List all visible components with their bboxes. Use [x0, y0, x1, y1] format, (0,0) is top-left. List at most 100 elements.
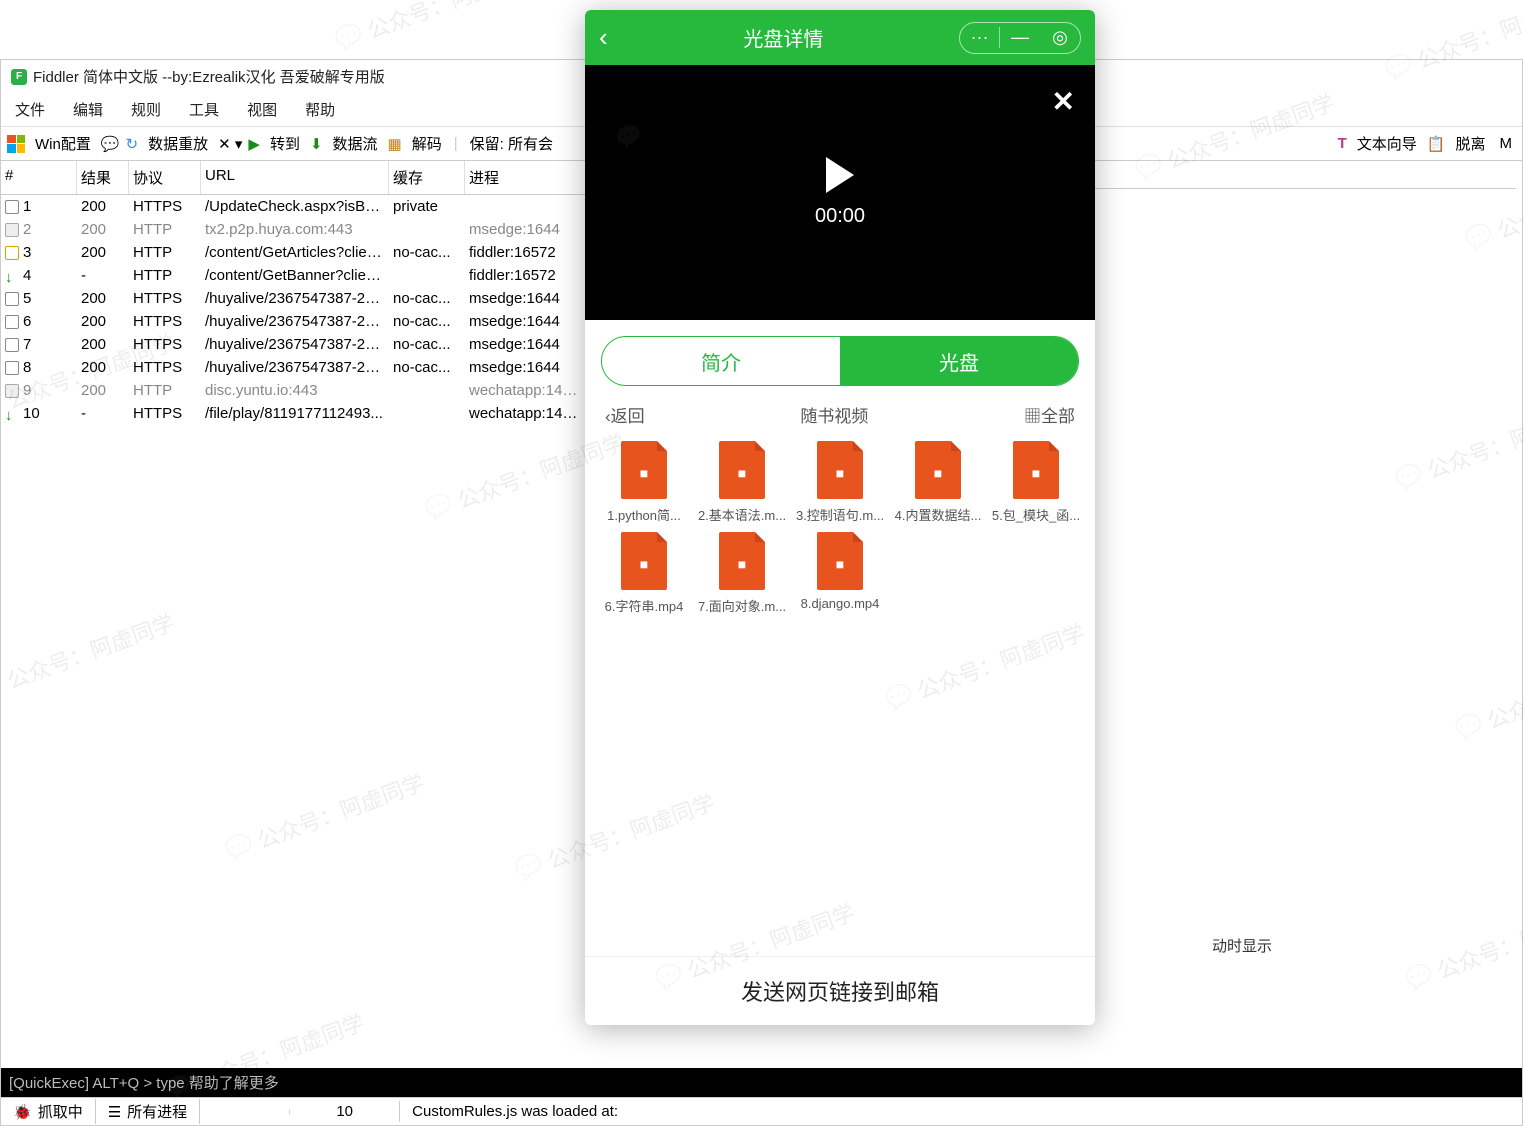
- close-icon[interactable]: ✕: [1052, 85, 1075, 118]
- menu-item[interactable]: 工具: [185, 97, 223, 122]
- video-file[interactable]: 8.django.mp4: [795, 532, 885, 615]
- status-bar: 🐞抓取中 ☰所有进程 10 CustomRules.js was loaded …: [1, 1097, 1522, 1125]
- decode-button[interactable]: 解码: [408, 131, 446, 156]
- col-protocol[interactable]: 协议: [129, 161, 201, 194]
- table-row[interactable]: 3200HTTP/content/GetArticles?clien...no-…: [1, 241, 586, 264]
- textwizard-icon: T: [1338, 135, 1347, 152]
- video-file-icon: [621, 441, 667, 499]
- col-process[interactable]: 进程: [465, 161, 586, 194]
- back-icon[interactable]: ‹: [599, 22, 608, 53]
- status-msg: CustomRules.js was loaded at:: [400, 1101, 1522, 1122]
- detach-button[interactable]: 脱离: [1451, 131, 1489, 156]
- stream-button[interactable]: 数据流: [329, 131, 382, 156]
- wx-capsule: ··· — ◎: [959, 22, 1081, 54]
- replay-button[interactable]: 数据重放: [144, 131, 212, 156]
- table-row[interactable]: 2200HTTPtx2.p2p.huya.com:443msedge:1644: [1, 218, 586, 241]
- replay-icon: ↻: [126, 135, 139, 153]
- download-icon: [5, 407, 19, 421]
- status-allproc[interactable]: ☰所有进程: [96, 1099, 200, 1124]
- winconfig-button[interactable]: Win配置: [31, 131, 95, 156]
- minimize-icon[interactable]: —: [1000, 27, 1040, 48]
- table-row[interactable]: 8200HTTPS/huyalive/2367547387-23...no-ca…: [1, 356, 586, 379]
- goto-button[interactable]: 转到: [266, 131, 304, 156]
- table-row[interactable]: 5200HTTPS/huyalive/2367547387-23...no-ca…: [1, 287, 586, 310]
- download-icon: [5, 269, 19, 283]
- video-file[interactable]: 2.基本语法.m...: [697, 441, 787, 524]
- stream-icon: ⬇: [310, 135, 323, 153]
- table-row[interactable]: 6200HTTPS/huyalive/2367547387-23...no-ca…: [1, 310, 586, 333]
- doc-icon: [5, 292, 19, 306]
- wx-subheader: ‹返回 随书视频 ▦全部: [585, 402, 1095, 427]
- wechat-miniprogram: ‹ 光盘详情 ··· — ◎ ✕ 00:00 简介 光盘 ‹返回 随书视频 ▦全…: [585, 10, 1095, 1025]
- lock-icon: [5, 223, 19, 237]
- remove-button[interactable]: ✕ ▾: [218, 135, 242, 153]
- category-label: 随书视频: [800, 402, 868, 427]
- fiddler-logo-icon: F: [11, 69, 27, 85]
- session-header: # 结果 协议 URL 缓存 进程: [1, 161, 586, 195]
- doc-icon: [5, 200, 19, 214]
- col-result[interactable]: 结果: [77, 161, 129, 194]
- video-file-icon: [621, 532, 667, 590]
- video-file-icon: [915, 441, 961, 499]
- send-link-button[interactable]: 发送网页链接到邮箱: [585, 956, 1095, 1025]
- table-row[interactable]: 1200HTTPS/UpdateCheck.aspx?isBet...priva…: [1, 195, 586, 218]
- decode-icon: ▦: [388, 135, 402, 153]
- go-icon: ▶: [248, 135, 260, 153]
- menu-item[interactable]: 帮助: [301, 97, 339, 122]
- video-file-icon: [719, 441, 765, 499]
- detach-icon: 📋: [1427, 135, 1446, 153]
- col-cache[interactable]: 缓存: [389, 161, 465, 194]
- more-button[interactable]: M: [1496, 133, 1517, 154]
- table-row[interactable]: 4-HTTP/content/GetBanner?client...fiddle…: [1, 264, 586, 287]
- col-id[interactable]: #: [1, 161, 77, 194]
- video-file-icon: [1013, 441, 1059, 499]
- menu-icon[interactable]: ···: [960, 27, 1000, 48]
- table-row[interactable]: 7200HTTPS/huyalive/2367547387-23...no-ca…: [1, 333, 586, 356]
- video-player[interactable]: ✕ 00:00: [585, 65, 1095, 320]
- right-footer-text: 动时显示: [1212, 935, 1272, 956]
- grid-icon: ▦: [1024, 407, 1041, 426]
- video-file-icon: [817, 532, 863, 590]
- video-file[interactable]: 3.控制语句.m...: [795, 441, 885, 524]
- target-icon[interactable]: ◎: [1040, 27, 1080, 48]
- wx-header: ‹ 光盘详情 ··· — ◎: [585, 10, 1095, 65]
- video-file[interactable]: 7.面向对象.m...: [697, 532, 787, 615]
- doc-icon: [5, 361, 19, 375]
- menu-item[interactable]: 视图: [243, 97, 281, 122]
- window-title: Fiddler 简体中文版 --by:Ezrealik汉化 吾爱破解专用版: [33, 66, 385, 87]
- video-file-icon: [719, 532, 765, 590]
- windows-icon: [7, 135, 25, 153]
- tab-disc[interactable]: 光盘: [840, 337, 1078, 385]
- menu-item[interactable]: 编辑: [69, 97, 107, 122]
- video-time: 00:00: [815, 205, 865, 228]
- back-link[interactable]: ‹返回: [605, 402, 645, 427]
- textwizard-button[interactable]: 文本向导: [1353, 131, 1421, 156]
- play-icon[interactable]: [826, 157, 854, 193]
- js-icon: [5, 246, 19, 260]
- video-file[interactable]: 6.字符串.mp4: [599, 532, 689, 615]
- wx-title: 光盘详情: [743, 23, 823, 52]
- comment-icon[interactable]: 💬: [101, 135, 120, 153]
- video-file[interactable]: 4.内置数据结...: [893, 441, 983, 524]
- menu-item[interactable]: 文件: [11, 97, 49, 122]
- status-capturing[interactable]: 🐞抓取中: [1, 1099, 96, 1124]
- keep-button[interactable]: 保留: 所有会: [466, 131, 557, 156]
- video-file[interactable]: 5.包_模块_函...: [991, 441, 1081, 524]
- doc-icon: [5, 338, 19, 352]
- col-url[interactable]: URL: [201, 161, 389, 194]
- video-file-icon: [817, 441, 863, 499]
- status-count: 10: [290, 1101, 400, 1122]
- table-row[interactable]: 10-HTTPS/file/play/8119177112493...wecha…: [1, 402, 586, 425]
- menu-item[interactable]: 规则: [127, 97, 165, 122]
- wx-tabs: 简介 光盘: [601, 336, 1079, 386]
- video-file[interactable]: 1.python简...: [599, 441, 689, 524]
- session-list: # 结果 协议 URL 缓存 进程 1200HTTPS/UpdateCheck.…: [1, 161, 586, 1076]
- quickexec-bar[interactable]: [QuickExec] ALT+Q > type 帮助了解更多: [1, 1068, 1522, 1097]
- all-link[interactable]: ▦全部: [1024, 402, 1075, 427]
- tab-intro[interactable]: 简介: [602, 337, 840, 385]
- table-row[interactable]: 9200HTTPdisc.yuntu.io:443wechatapp:14032: [1, 379, 586, 402]
- file-grid: 1.python简...2.基本语法.m...3.控制语句.m...4.内置数据…: [585, 427, 1095, 629]
- doc-icon: [5, 315, 19, 329]
- watermark: 公众号：阿虚同学: [331, 0, 539, 57]
- lock-icon: [5, 384, 19, 398]
